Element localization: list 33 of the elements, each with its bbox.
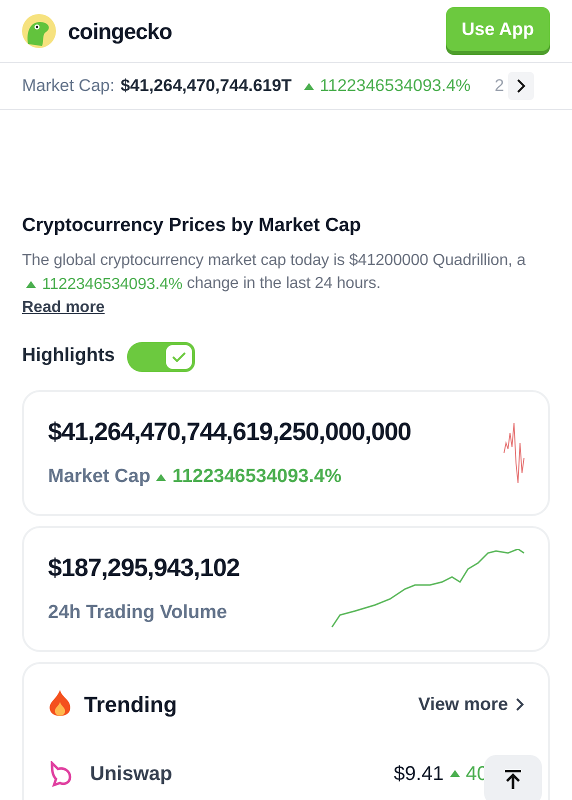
stat-value: $41,264,470,744,619,250,000,000 bbox=[48, 416, 411, 448]
chevron-right-icon bbox=[516, 698, 524, 710]
check-icon bbox=[172, 352, 186, 362]
ticker-value: $41,264,470,744.619T bbox=[120, 75, 292, 98]
brand-name: coingecko bbox=[68, 18, 172, 46]
trending-title: Trending bbox=[84, 690, 177, 719]
coin-name: Uniswap bbox=[90, 762, 172, 786]
intro-text: The global cryptocurrency market cap today is $41200000 Quadrillion, a bbox=[22, 252, 526, 268]
up-triangle-icon bbox=[304, 82, 314, 90]
arrow-up-icon bbox=[504, 770, 522, 790]
view-more-link[interactable]: View more bbox=[418, 690, 524, 718]
fire-icon bbox=[48, 690, 72, 718]
coin-price: $9.41 bbox=[394, 762, 444, 786]
intro-text: change in the last 24 hours. bbox=[186, 274, 381, 292]
highlights-toggle[interactable] bbox=[126, 342, 195, 372]
up-triangle-icon bbox=[156, 474, 166, 481]
intro-change: 1122346534093.4% bbox=[26, 272, 182, 296]
read-more-link[interactable]: Read more bbox=[22, 296, 105, 320]
stat-value: $187,295,943,102 bbox=[48, 552, 240, 584]
up-triangle-icon bbox=[26, 280, 36, 288]
gecko-logo-icon bbox=[22, 14, 56, 48]
ticker-change: 1122346534093.4% bbox=[304, 73, 471, 99]
stat-label: Market Cap bbox=[48, 465, 150, 489]
page-title: Cryptocurrency Prices by Market Cap bbox=[22, 214, 362, 238]
stat-change: 1122346534093.4% bbox=[156, 463, 342, 492]
scroll-right-button[interactable] bbox=[508, 72, 534, 100]
chevron-right-icon bbox=[516, 79, 526, 93]
highlights-label: Highlights bbox=[22, 344, 115, 368]
ticker-label: Market Cap: bbox=[22, 75, 115, 98]
scroll-to-top-button[interactable] bbox=[484, 755, 542, 800]
ticker-next: 2 bbox=[494, 75, 504, 98]
stat-label: 24h Trading Volume bbox=[48, 601, 228, 625]
up-triangle-icon bbox=[450, 770, 460, 777]
